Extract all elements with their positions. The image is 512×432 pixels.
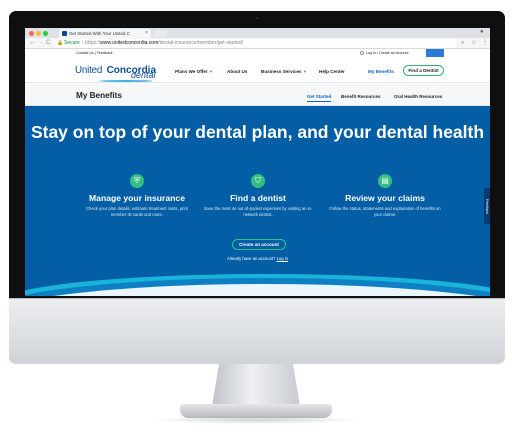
- feedback-tab[interactable]: Feedback: [484, 188, 490, 224]
- hero-heading: Stay on top of your dental plan, and you…: [30, 122, 485, 142]
- feature-title[interactable]: Review your claims: [315, 193, 455, 203]
- tab-title: Get Started With Your United C: [69, 31, 130, 36]
- profile-icon[interactable]: ●: [480, 29, 484, 35]
- logo-united: United: [75, 65, 103, 76]
- menu-icon[interactable]: ⋮: [482, 39, 488, 48]
- subnav-oral-health-resources[interactable]: Oral Health Resources: [394, 94, 442, 99]
- minimize-window-icon[interactable]: [36, 31, 41, 36]
- login-link-hero[interactable]: Log in: [277, 256, 288, 261]
- subnav-get-started[interactable]: Get Started: [307, 94, 332, 102]
- user-icon: [360, 50, 364, 55]
- sub-nav: My Benefits Get Started Benefit Resource…: [25, 84, 490, 106]
- united-concordia-logo[interactable]: United Concordia dental: [75, 60, 161, 82]
- nav-my-benefits[interactable]: My Benefits: [368, 69, 394, 74]
- feature-find-dentist: ⛉ Find a dentist Save the most on out-of…: [188, 174, 328, 218]
- feature-text: Follow the status, statements and explan…: [329, 206, 441, 217]
- browser-tab[interactable]: Get Started With Your United C ×: [59, 29, 151, 38]
- logo-dental: dental: [131, 70, 156, 80]
- have-account-text: Already have an account? Log in: [226, 256, 289, 261]
- nav-about-us[interactable]: About Us: [227, 69, 247, 74]
- website: Contact Us | Feedback Log In / Create an…: [25, 49, 490, 296]
- language-flag[interactable]: [426, 49, 444, 57]
- new-tab-button[interactable]: [151, 30, 169, 37]
- feature-text: Save the most on out-of-pocket expenses …: [203, 206, 313, 217]
- imac-mockup: Get Started With Your United C × ● ← → C…: [0, 0, 512, 432]
- nav-plans-we-offer[interactable]: Plans We Offer ▼: [175, 69, 213, 74]
- feature-text: Check your plan details, estimate treatm…: [86, 206, 188, 217]
- url-scheme: https://: [85, 40, 101, 46]
- feature-review-claims: ▤ Review your claims Follow the status, …: [315, 174, 455, 218]
- nav-business-services[interactable]: Business Services ▼: [261, 69, 307, 74]
- main-nav: United Concordia dental Plans We Offer ▼…: [25, 57, 490, 83]
- login-link[interactable]: Log In / Create an Account: [360, 51, 409, 55]
- camera-dot: [256, 17, 258, 19]
- chevron-down-icon: ▼: [302, 69, 307, 74]
- stand-shadow: [150, 416, 362, 424]
- tooth-icon: ⛉: [251, 174, 265, 188]
- forward-button[interactable]: →: [37, 39, 44, 47]
- browser-toolbar: ← → C 🔒 Secure | https://www.unitedconcord…: [25, 38, 490, 49]
- feature-title[interactable]: Find a dentist: [188, 193, 328, 203]
- chevron-down-icon: ▼: [208, 69, 213, 74]
- browser-tabbar: Get Started With Your United C × ●: [25, 28, 490, 38]
- create-account-button[interactable]: Create an account: [232, 239, 286, 250]
- secure-label: Secure: [64, 40, 80, 46]
- find-a-dentist-button[interactable]: Find a Dentist: [403, 65, 444, 76]
- page-title: My Benefits: [76, 91, 122, 100]
- login-label: Log In / Create an Account: [366, 50, 409, 55]
- subnav-benefit-resources[interactable]: Benefit Resources: [341, 94, 381, 99]
- nav-help-center[interactable]: Help Center: [319, 69, 345, 74]
- back-button[interactable]: ←: [29, 39, 36, 47]
- close-window-icon[interactable]: [29, 31, 34, 36]
- monitor-chin: [9, 298, 505, 364]
- maximize-window-icon[interactable]: [43, 31, 48, 36]
- favicon-icon: [62, 31, 67, 36]
- reload-button[interactable]: C: [46, 39, 50, 47]
- screen: Get Started With Your United C × ● ← → C…: [25, 28, 490, 296]
- logo-swoosh: [99, 80, 153, 82]
- monitor-stand: [212, 364, 300, 406]
- document-icon: ▤: [378, 174, 392, 188]
- utility-bar: Contact Us | Feedback Log In / Create an…: [25, 49, 490, 57]
- feature-manage-insurance: ⛨ Manage your insurance Check your plan …: [67, 174, 207, 218]
- utility-links[interactable]: Contact Us | Feedback: [76, 51, 113, 55]
- lock-icon: 🔒: [57, 40, 64, 46]
- star-icon[interactable]: ☆: [471, 39, 476, 48]
- url-host: www.unitedconcordia.com: [100, 40, 159, 46]
- shield-icon: ⛨: [130, 174, 144, 188]
- feature-title[interactable]: Manage your insurance: [67, 193, 207, 203]
- close-tab-icon[interactable]: ×: [145, 30, 148, 36]
- address-bar[interactable]: 🔒 Secure | https://www.unitedconcordia.com…: [54, 39, 456, 48]
- hero-section: Stay on top of your dental plan, and you…: [25, 106, 490, 296]
- search-icon[interactable]: ⌕: [461, 39, 464, 48]
- url-path: /dental-insurance/member/get-started/: [158, 40, 244, 46]
